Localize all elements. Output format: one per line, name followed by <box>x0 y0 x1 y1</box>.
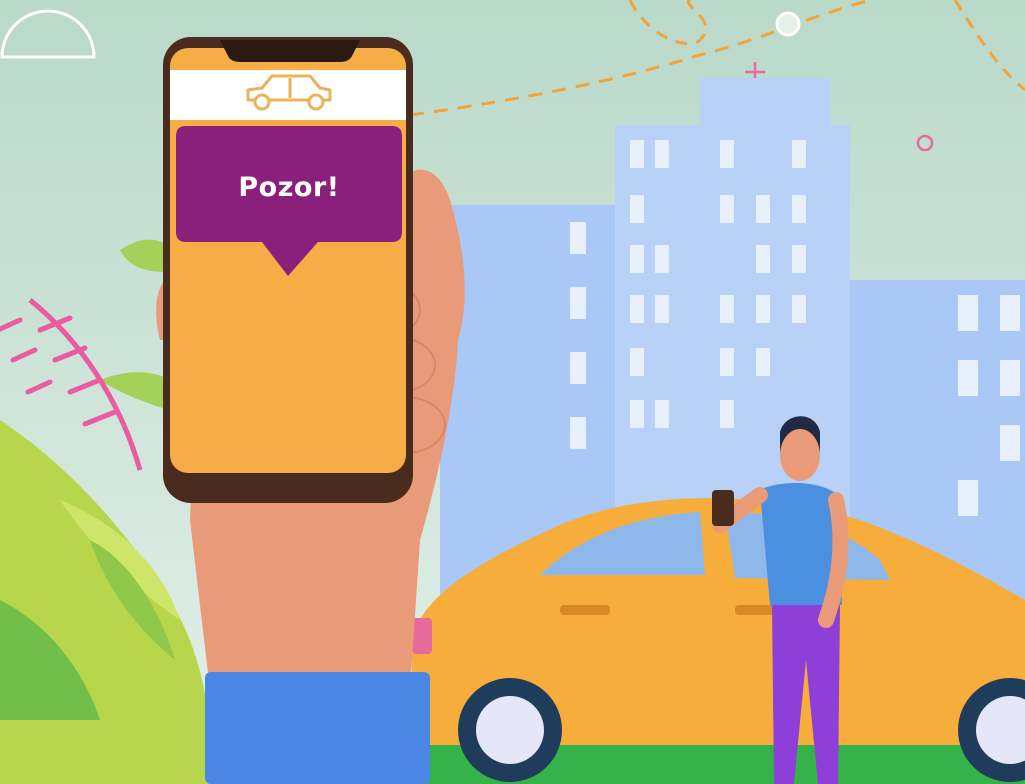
smartphone <box>163 37 413 503</box>
scene-illustration <box>0 0 1025 784</box>
alert-bubble-text: Pozor! <box>238 171 340 203</box>
route-pin-circle <box>775 11 801 37</box>
